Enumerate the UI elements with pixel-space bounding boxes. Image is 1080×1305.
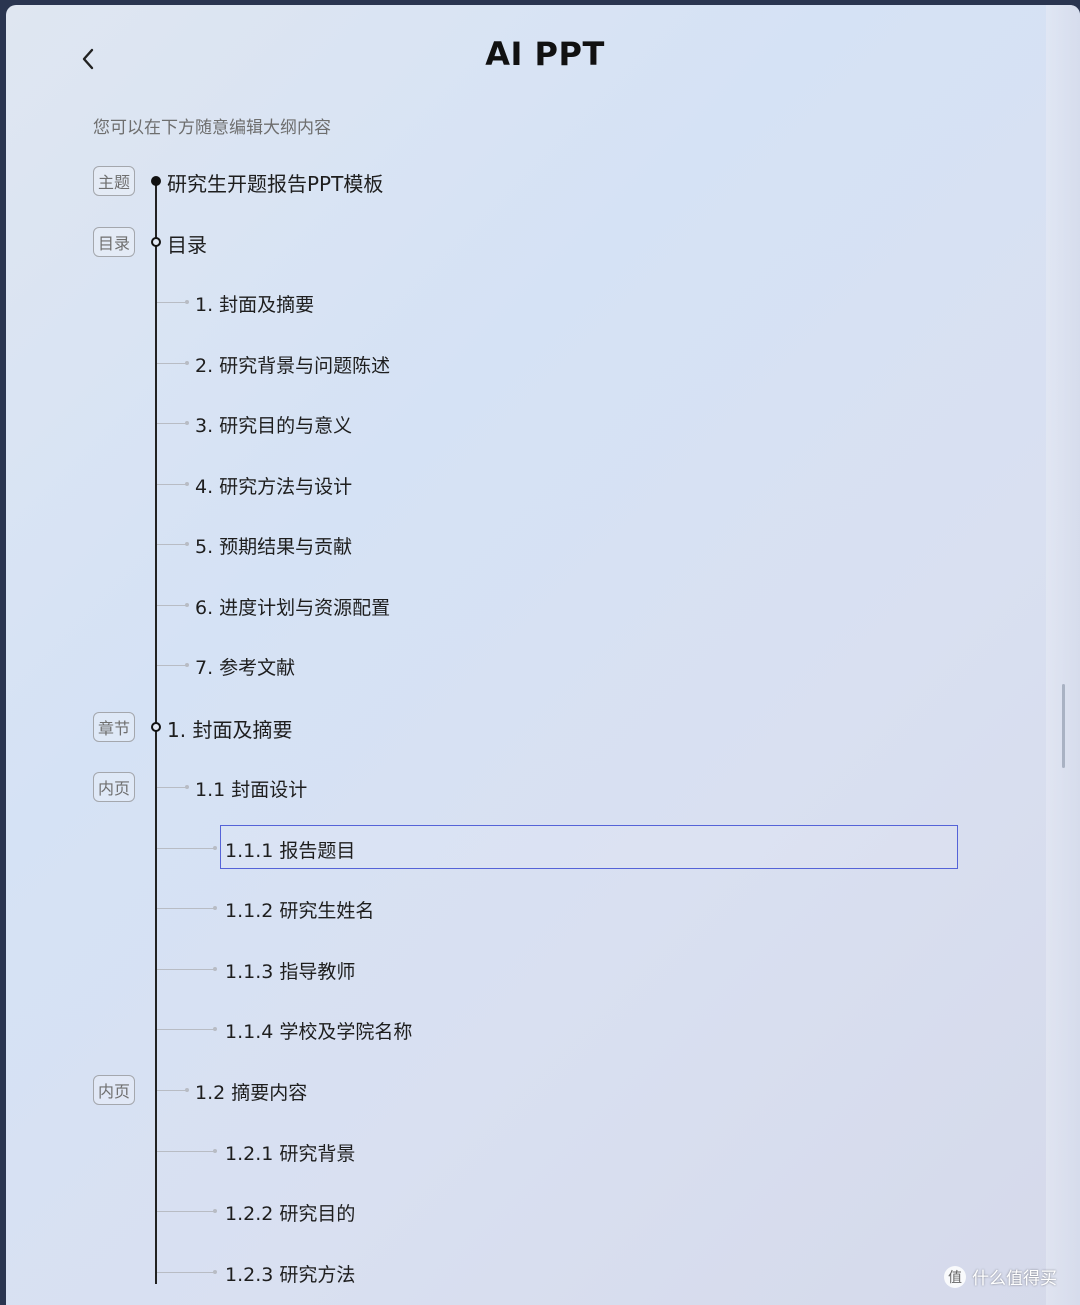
toc-item[interactable]: 7. 参考文献 bbox=[195, 653, 295, 680]
connector-dot bbox=[185, 663, 189, 667]
toc-item[interactable]: 5. 预期结果与贡献 bbox=[195, 532, 352, 559]
connector-dot bbox=[213, 967, 217, 971]
connector-dot bbox=[213, 1209, 217, 1213]
connector-dot bbox=[213, 1027, 217, 1031]
tag-theme: 主题 bbox=[93, 166, 135, 196]
connector bbox=[157, 302, 187, 303]
connector-dot bbox=[185, 785, 189, 789]
connector bbox=[157, 1272, 215, 1273]
toc-node-dot bbox=[151, 237, 161, 247]
connector bbox=[157, 423, 187, 424]
connector bbox=[157, 544, 187, 545]
connector-dot bbox=[213, 1149, 217, 1153]
outline-trunk-line bbox=[155, 181, 157, 1284]
tag-inner-page: 内页 bbox=[93, 772, 135, 802]
toc-item[interactable]: 4. 研究方法与设计 bbox=[195, 472, 352, 499]
tag-toc: 目录 bbox=[93, 227, 135, 257]
app-window: AI PPT 您可以在下方随意编辑大纲内容 主题 研究生开题报告PPT模板 目录… bbox=[6, 5, 1080, 1305]
chapter-title[interactable]: 1. 封面及摘要 bbox=[167, 714, 292, 743]
connector-dot bbox=[185, 482, 189, 486]
toc-title[interactable]: 目录 bbox=[167, 229, 207, 258]
connector bbox=[157, 1211, 215, 1212]
connector bbox=[157, 908, 215, 909]
toc-item[interactable]: 6. 进度计划与资源配置 bbox=[195, 593, 390, 620]
connector bbox=[157, 787, 187, 788]
subsection-item[interactable]: 1.2.1 研究背景 bbox=[225, 1139, 355, 1166]
subsection-item[interactable]: 1.1.1 报告题目 bbox=[225, 836, 355, 863]
right-edge-panel bbox=[1046, 5, 1080, 1305]
connector-dot bbox=[185, 603, 189, 607]
section-title[interactable]: 1.1 封面设计 bbox=[195, 775, 307, 802]
theme-title[interactable]: 研究生开题报告PPT模板 bbox=[167, 168, 383, 197]
connector bbox=[157, 363, 187, 364]
toc-item[interactable]: 1. 封面及摘要 bbox=[195, 290, 314, 317]
chapter-node-dot bbox=[151, 722, 161, 732]
connector-dot bbox=[185, 300, 189, 304]
subsection-item[interactable]: 1.2.2 研究目的 bbox=[225, 1199, 355, 1226]
connector-dot bbox=[213, 906, 217, 910]
connector-dot bbox=[213, 846, 217, 850]
subsection-item[interactable]: 1.1.3 指导教师 bbox=[225, 957, 355, 984]
connector bbox=[157, 605, 187, 606]
connector bbox=[157, 1029, 215, 1030]
section-title[interactable]: 1.2 摘要内容 bbox=[195, 1078, 307, 1105]
connector-dot bbox=[185, 542, 189, 546]
tag-inner-page: 内页 bbox=[93, 1075, 135, 1105]
page-title: AI PPT bbox=[485, 35, 605, 73]
connector bbox=[157, 665, 187, 666]
scrollbar-thumb[interactable] bbox=[1062, 684, 1065, 768]
subsection-item[interactable]: 1.2.3 研究方法 bbox=[225, 1260, 355, 1287]
toc-item[interactable]: 3. 研究目的与意义 bbox=[195, 411, 352, 438]
connector-dot bbox=[213, 1270, 217, 1274]
connector bbox=[157, 484, 187, 485]
watermark-logo-icon: 值 bbox=[944, 1265, 966, 1288]
connector-dot bbox=[185, 421, 189, 425]
tag-chapter: 章节 bbox=[93, 712, 135, 742]
subsection-item[interactable]: 1.1.2 研究生姓名 bbox=[225, 896, 374, 923]
theme-node-dot bbox=[151, 176, 161, 186]
toc-item[interactable]: 2. 研究背景与问题陈述 bbox=[195, 351, 390, 378]
edit-hint: 您可以在下方随意编辑大纲内容 bbox=[93, 118, 331, 138]
subsection-item[interactable]: 1.1.4 学校及学院名称 bbox=[225, 1017, 412, 1044]
connector bbox=[157, 1090, 187, 1091]
connector bbox=[157, 969, 215, 970]
watermark: 值 什么值得买 bbox=[944, 1264, 1057, 1289]
connector bbox=[157, 1151, 215, 1152]
watermark-text: 什么值得买 bbox=[972, 1269, 1057, 1289]
connector-dot bbox=[185, 1088, 189, 1092]
connector bbox=[157, 848, 215, 849]
connector-dot bbox=[185, 361, 189, 365]
